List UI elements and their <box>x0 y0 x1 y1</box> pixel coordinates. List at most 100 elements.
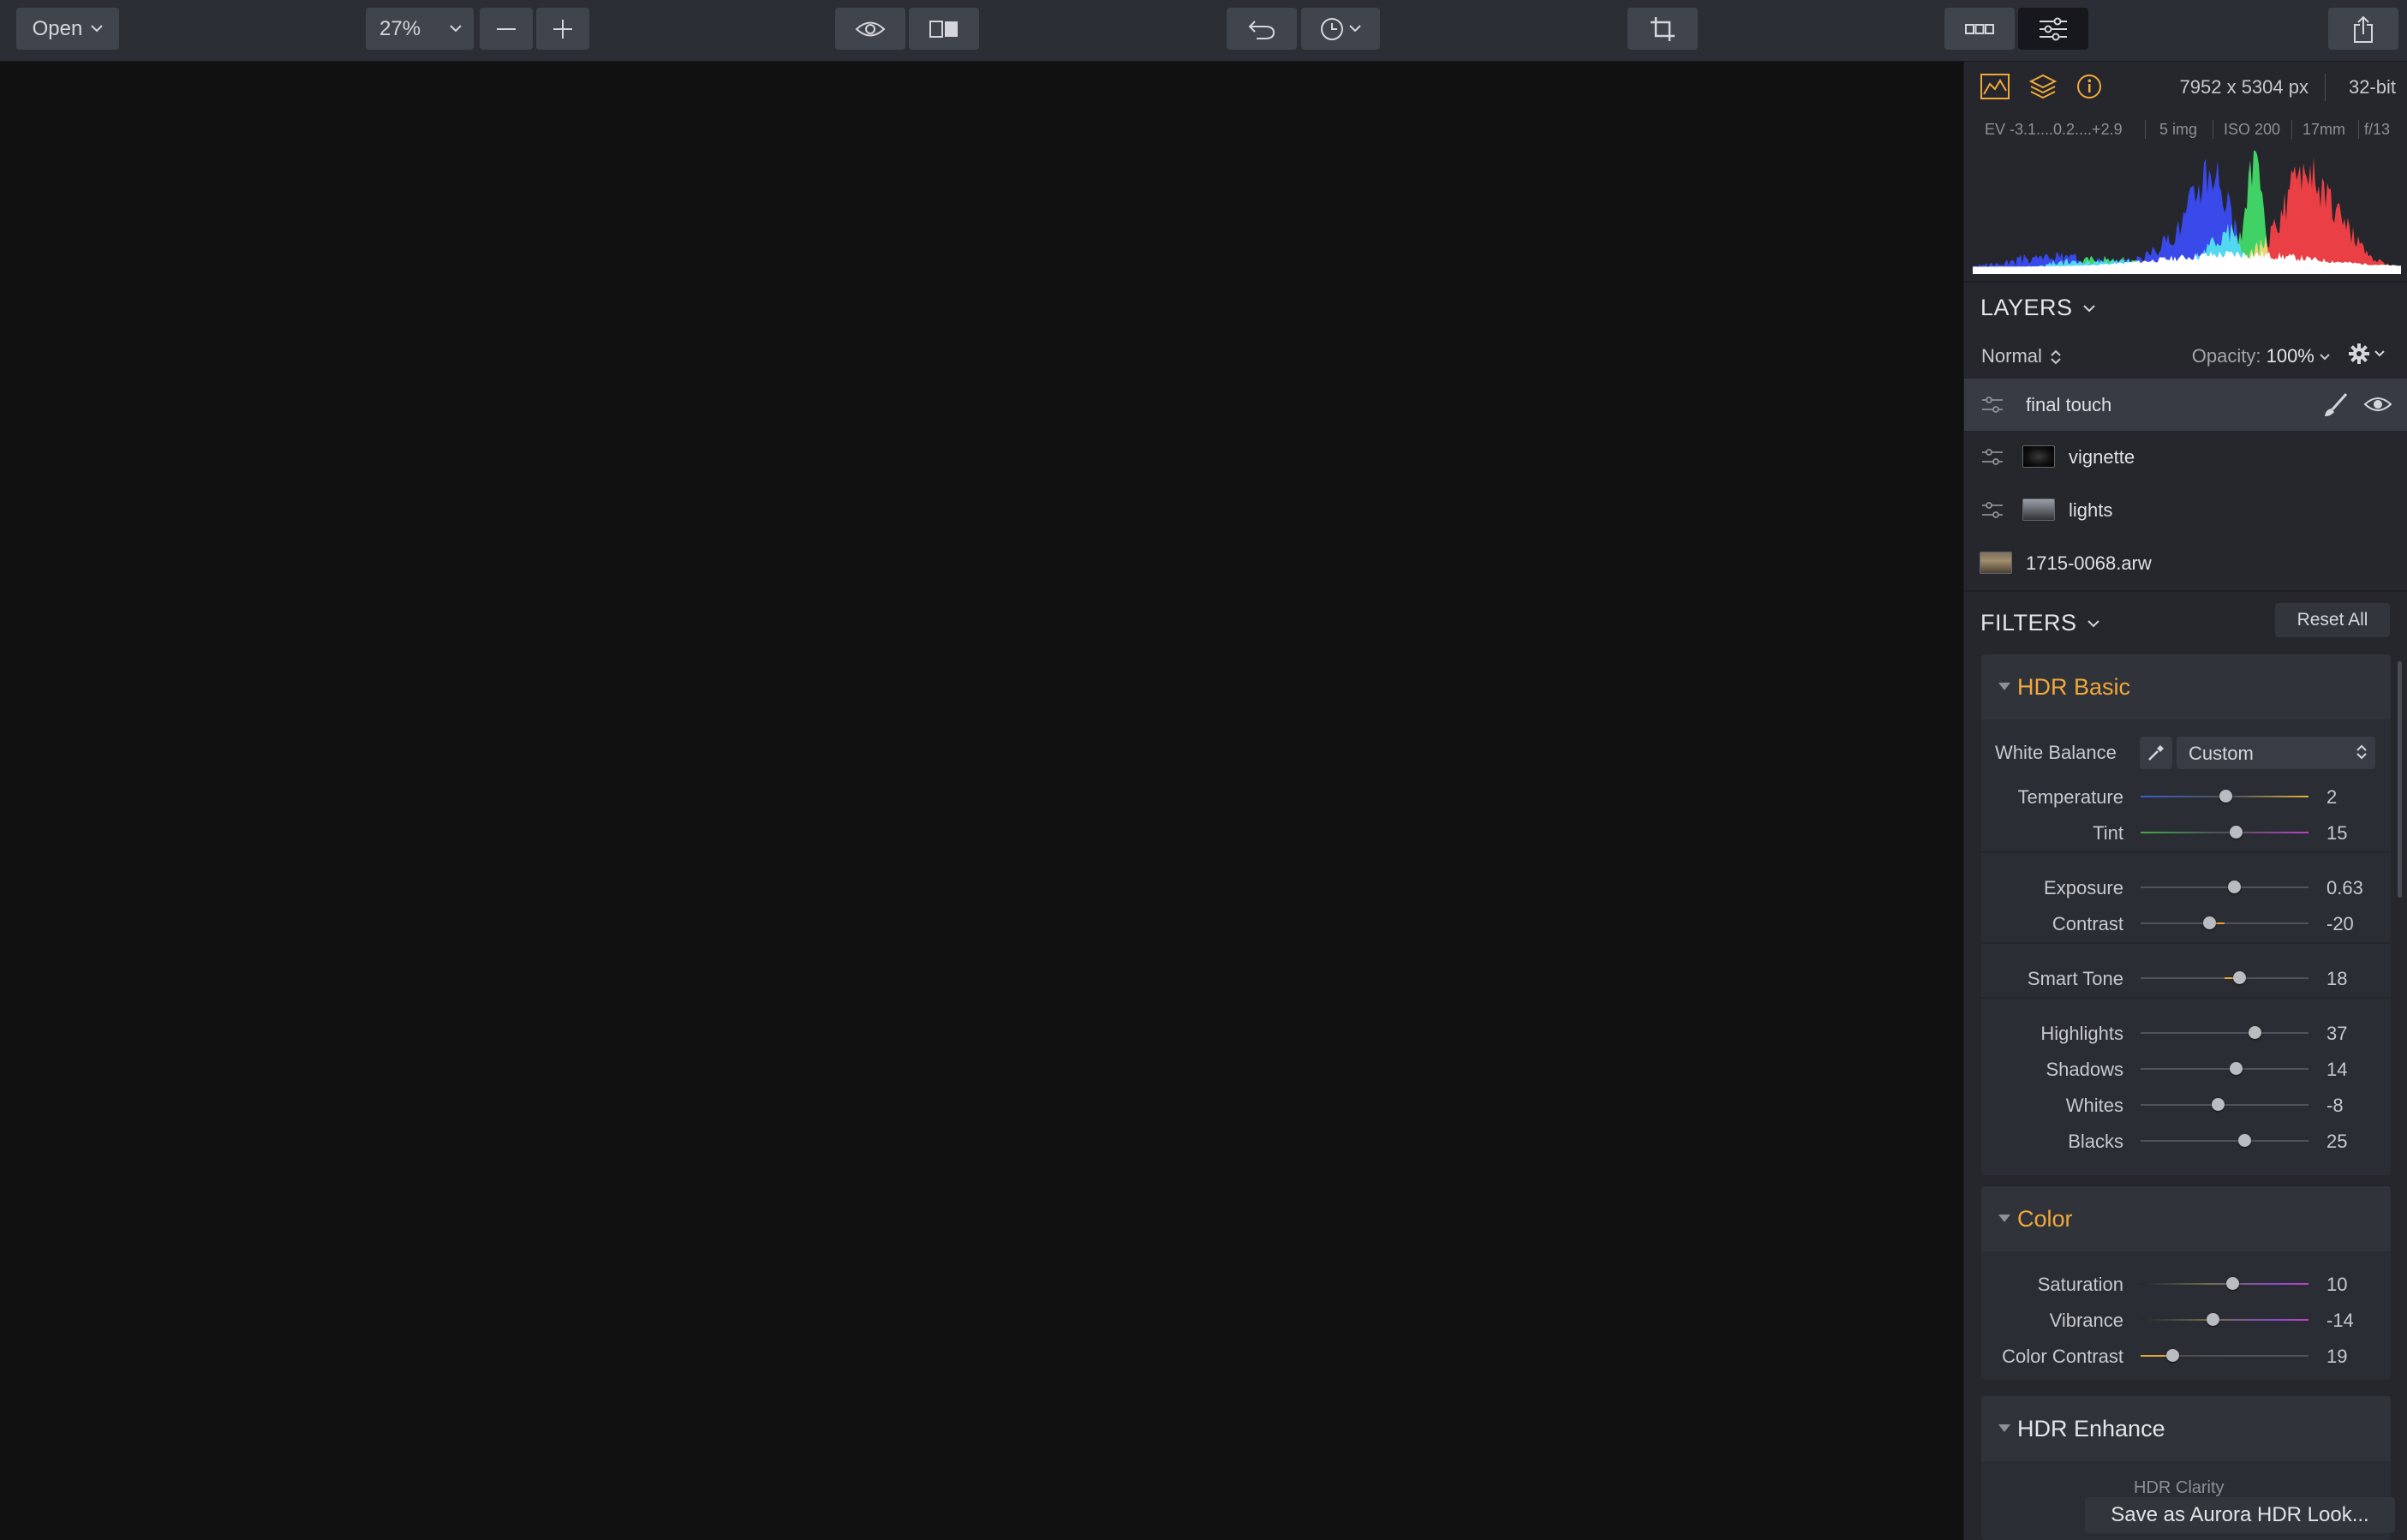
layer-name: final touch <box>2026 394 2112 415</box>
slider-value[interactable]: -14 <box>2326 1310 2354 1332</box>
crop-button[interactable] <box>1628 8 1698 50</box>
slider-temperature[interactable]: Temperature 2 <box>1981 779 2391 814</box>
presets-button[interactable] <box>1944 8 2015 50</box>
white-balance-select[interactable]: Custom <box>2177 737 2375 769</box>
slider-handle[interactable] <box>2248 1026 2261 1039</box>
slider-value[interactable]: 19 <box>2326 1346 2347 1368</box>
zoom-select[interactable]: 27% <box>366 8 474 50</box>
image-count: 5 img <box>2159 121 2198 138</box>
filter-header[interactable]: Color <box>1981 1186 2391 1251</box>
slider-handle[interactable] <box>2226 1277 2240 1290</box>
slider-value[interactable]: 2 <box>2326 786 2337 809</box>
slider-shadows[interactable]: Shadows 14 <box>1981 1052 2391 1086</box>
panel-scrollbar[interactable] <box>2398 661 2402 898</box>
slider-track[interactable] <box>2141 1104 2308 1106</box>
slider-highlights[interactable]: Highlights 37 <box>1981 1016 2391 1050</box>
blend-mode-select[interactable]: Normal <box>1981 345 2061 367</box>
slider-whites[interactable]: Whites -8 <box>1981 1088 2391 1122</box>
slider-vibrance[interactable]: Vibrance -14 <box>1981 1303 2391 1337</box>
zoom-in-button[interactable] <box>536 8 589 50</box>
slider-track[interactable] <box>2141 832 2308 833</box>
slider-handle[interactable] <box>2230 1062 2243 1075</box>
open-button[interactable]: Open <box>16 8 119 50</box>
slider-exposure[interactable]: Exposure 0.63 <box>1981 870 2391 904</box>
reset-all-button[interactable]: Reset All <box>2275 603 2390 637</box>
compare-button[interactable] <box>909 8 979 50</box>
layer-item-base-image[interactable]: 1715-0068.arw <box>1964 537 2407 589</box>
white-balance-label: White Balance <box>1995 742 2117 763</box>
slider-smart-tone[interactable]: Smart Tone 18 <box>1981 961 2391 995</box>
sliders-icon <box>2040 17 2067 40</box>
slider-handle[interactable] <box>2230 826 2243 839</box>
slider-value[interactable]: 18 <box>2326 968 2347 990</box>
filter-header[interactable]: HDR Enhance <box>1981 1396 2391 1461</box>
save-look-button[interactable]: Save as Aurora HDR Look... <box>2085 1497 2395 1533</box>
adjustment-layer-icon <box>1982 448 2003 465</box>
filter-header[interactable]: HDR Basic <box>1981 654 2391 719</box>
image-canvas[interactable] <box>0 62 1963 1540</box>
iso-value: ISO 200 <box>2224 121 2281 138</box>
layer-item-lights[interactable]: lights <box>1964 484 2407 536</box>
slider-color-contrast[interactable]: Color Contrast 19 <box>1981 1339 2391 1373</box>
share-icon <box>2354 15 2373 43</box>
opacity-control[interactable]: Opacity: 100% <box>2192 345 2330 367</box>
slider-handle[interactable] <box>2211 1098 2225 1111</box>
layers-title[interactable]: LAYERS <box>1980 295 2095 321</box>
adjustments-button[interactable] <box>2018 8 2088 50</box>
slider-value[interactable]: 10 <box>2326 1274 2347 1296</box>
rgb-histogram <box>1973 151 2401 274</box>
slider-value[interactable]: 37 <box>2326 1023 2347 1045</box>
slider-track[interactable] <box>2141 886 2308 888</box>
filter-title: Color <box>2017 1206 2073 1232</box>
slider-value[interactable]: -8 <box>2326 1095 2344 1117</box>
zoom-out-button[interactable] <box>480 8 533 50</box>
slider-value[interactable]: 0.63 <box>2326 877 2363 899</box>
slider-handle[interactable] <box>2219 790 2233 803</box>
adjustment-layer-icon <box>1982 396 2003 413</box>
slider-track[interactable] <box>2141 1068 2308 1070</box>
slider-value[interactable]: 14 <box>2326 1059 2347 1081</box>
info-icon[interactable] <box>2076 74 2102 99</box>
slider-value[interactable]: -20 <box>2326 913 2354 935</box>
preview-button[interactable] <box>835 8 905 50</box>
layers-icon[interactable] <box>2029 74 2057 99</box>
slider-contrast[interactable]: Contrast -20 <box>1981 906 2391 940</box>
brush-icon[interactable] <box>2322 392 2350 418</box>
undo-button[interactable] <box>1227 8 1297 50</box>
slider-handle[interactable] <box>2202 916 2216 929</box>
share-button[interactable] <box>2328 8 2398 50</box>
clipped-slider-label: HDR Clarity <box>2134 1478 2225 1497</box>
info-divider <box>2325 74 2326 101</box>
chevron-down-icon <box>1349 25 1361 33</box>
slider-track[interactable] <box>2141 1319 2308 1321</box>
chevron-down-icon <box>2082 305 2095 313</box>
slider-value[interactable]: 25 <box>2326 1131 2347 1153</box>
slider-blacks[interactable]: Blacks 25 <box>1981 1124 2391 1158</box>
layer-name: 1715-0068.arw <box>2026 552 2152 574</box>
slider-track[interactable] <box>2141 1032 2308 1034</box>
slider-tint[interactable]: Tint 15 <box>1981 815 2391 850</box>
panel-divider <box>1964 590 2407 592</box>
slider-handle[interactable] <box>2233 971 2247 984</box>
layer-item-final-touch[interactable]: final touch <box>1964 379 2407 431</box>
presets-grid-icon <box>1965 23 1994 34</box>
slider-saturation[interactable]: Saturation 10 <box>1981 1267 2391 1301</box>
eyedropper-button[interactable] <box>2140 737 2172 769</box>
slider-track[interactable] <box>2141 1283 2308 1285</box>
history-button[interactable] <box>1301 8 1380 50</box>
slider-track[interactable] <box>2141 922 2308 924</box>
histogram-icon[interactable] <box>1980 74 2010 99</box>
clock-icon <box>1321 17 1343 40</box>
ev-range: EV -3.1....0.2....+2.9 <box>1985 121 2123 138</box>
gear-icon[interactable] <box>2349 343 2388 365</box>
slider-handle[interactable] <box>2238 1134 2252 1147</box>
slider-track[interactable] <box>2141 1140 2308 1142</box>
slider-handle[interactable] <box>2206 1313 2219 1326</box>
slider-handle[interactable] <box>2228 880 2242 893</box>
filters-title[interactable]: FILTERS <box>1980 610 2099 636</box>
slider-value[interactable]: 15 <box>2326 822 2347 845</box>
layer-item-vignette[interactable]: vignette <box>1964 431 2407 483</box>
image-thumbnail <box>1980 552 2012 574</box>
eye-icon[interactable] <box>2363 396 2392 413</box>
slider-handle[interactable] <box>2165 1349 2179 1362</box>
